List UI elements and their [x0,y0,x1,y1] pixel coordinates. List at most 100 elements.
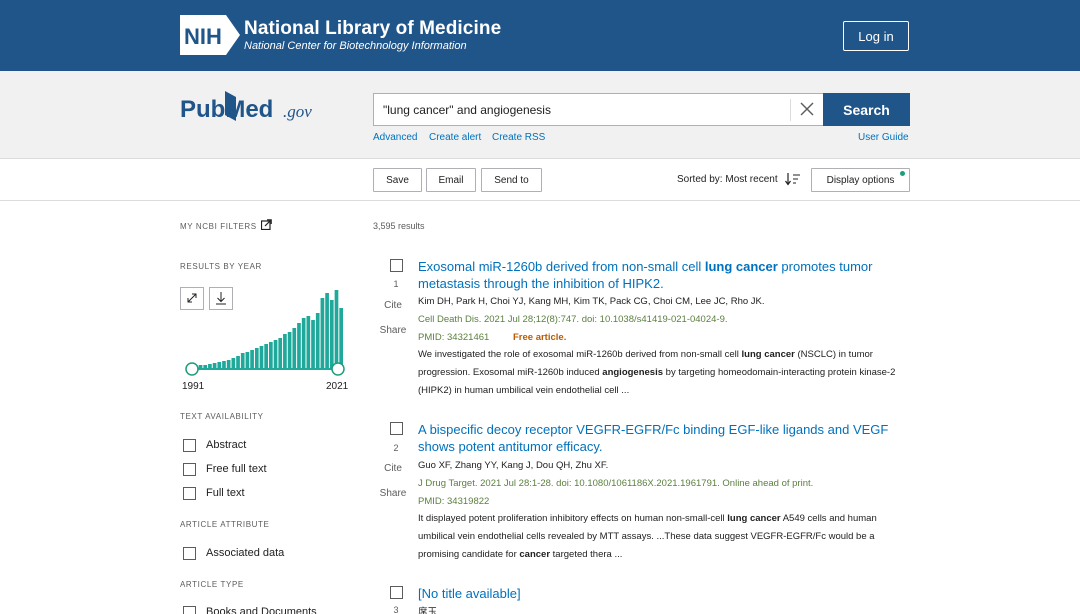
result-2-snippet: It displayed potent proliferation inhibi… [418,510,900,564]
sort-label[interactable]: Sorted by: Most recent [677,174,778,185]
result-2-pmid: PMID: 34319822 [418,496,490,507]
result-2-share-button[interactable]: Share [374,488,412,499]
nlm-title[interactable]: National Library of Medicine [244,18,501,40]
results-toolbar: Save Email Send to Sorted by: Most recen… [0,159,1080,201]
title-text: Exosomal miR-1260b derived from non-smal… [418,259,705,274]
filter-abstract[interactable]: Abstract [183,437,246,453]
filter-full-text[interactable]: Full text [183,485,245,501]
user-guide-link[interactable]: User Guide [858,132,909,143]
snippet-text: targeted thera ... [550,549,623,560]
result-2-authors: Guo XF, Zhang YY, Kang J, Dou QH, Zhu XF… [418,460,609,471]
year-bar[interactable] [226,360,231,368]
year-bar[interactable] [222,361,226,368]
search-band: PubMed .gov "lung cancer" and angiogenes… [0,71,1080,159]
results-count: 3,595 results [373,221,425,231]
year-bar[interactable] [231,358,236,368]
year-bar[interactable] [212,363,217,368]
create-rss-link[interactable]: Create RSS [492,132,545,143]
year-bar[interactable] [325,293,329,368]
year-bar[interactable] [329,300,334,368]
year-bar[interactable] [278,338,283,368]
external-link-icon[interactable] [261,219,272,230]
year-bar[interactable] [315,313,320,368]
snippet-highlight: lung cancer [741,349,795,360]
filter-associated-data[interactable]: Associated data [183,545,284,561]
display-options-indicator [900,171,905,176]
year-bar[interactable] [283,334,287,368]
search-input[interactable]: "lung cancer" and angiogenesis [373,93,823,126]
clear-separator [790,99,791,121]
search-button[interactable]: Search [823,93,910,126]
free-article-badge: Free article. [513,332,567,343]
result-1-share-button[interactable]: Share [374,325,412,336]
year-bar[interactable] [250,350,254,368]
nih-logo[interactable]: NIH [180,15,240,55]
advanced-link[interactable]: Advanced [373,132,417,143]
result-2-cite-button[interactable]: Cite [374,463,412,474]
result-3-authors: 席玉 [418,607,438,614]
year-bar[interactable] [203,365,208,368]
abstract-checkbox[interactable] [183,438,196,452]
year-bar[interactable] [320,298,325,368]
results-by-year-heading: RESULTS BY YEAR [180,262,262,271]
pubmed-logo[interactable]: PubMed .gov [180,87,320,127]
year-bar[interactable] [292,328,297,368]
result-1-cite-button[interactable]: Cite [374,300,412,311]
result-2-checkbox[interactable] [390,422,403,435]
year-bar[interactable] [245,352,250,368]
result-1-pmid: PMID: 34321461 [418,332,490,343]
year-bar[interactable] [269,342,273,368]
year-start-label: 1991 [182,381,205,392]
year-bar[interactable] [306,316,311,368]
clear-icon[interactable] [799,101,815,117]
year-bar[interactable] [273,340,278,368]
year-bar[interactable] [208,364,212,368]
year-bar[interactable] [311,320,315,368]
year-bar[interactable] [264,344,268,368]
sort-descending-icon[interactable] [785,172,801,186]
result-2-number: 2 [393,443,399,453]
result-3-title-link[interactable]: [No title available] [418,585,898,602]
filter-books-and-documents[interactable]: Books and Documents [183,604,317,614]
year-bar[interactable] [297,323,301,368]
filter-free-full-text[interactable]: Free full text [183,461,267,477]
results-by-year-chart[interactable] [180,280,352,380]
abstract-label[interactable]: Abstract [206,439,246,451]
year-bar[interactable] [254,348,259,368]
associated-data-checkbox[interactable] [183,546,196,560]
result-1-title-link[interactable]: Exosomal miR-1260b derived from non-smal… [418,258,898,292]
year-bar[interactable] [339,308,343,368]
search-query[interactable]: "lung cancer" and angiogenesis [383,103,551,117]
year-bar[interactable] [198,365,203,368]
display-options-button[interactable]: Display options [811,168,910,192]
year-bar[interactable] [236,356,240,368]
associated-data-label[interactable]: Associated data [206,547,284,559]
send-to-button[interactable]: Send to [481,168,542,192]
full-text-label[interactable]: Full text [206,487,245,499]
year-bar[interactable] [217,362,222,368]
save-button[interactable]: Save [373,168,422,192]
year-end-handle [331,362,345,376]
result-2-title-link[interactable]: A bispecific decoy receptor VEGFR-EGFR/F… [418,421,898,455]
books-documents-checkbox[interactable] [183,605,196,614]
free-full-text-label[interactable]: Free full text [206,463,267,475]
email-button[interactable]: Email [426,168,476,192]
year-bar[interactable] [259,346,264,368]
year-bar[interactable] [287,332,292,368]
snippet-text: It displayed potent proliferation inhibi… [418,513,728,524]
year-bar[interactable] [301,318,306,368]
ncbi-subtitle: National Center for Biotechnology Inform… [244,40,467,52]
year-bar[interactable] [334,290,339,368]
result-2-citation: J Drug Target. 2021 Jul 28:1-28. doi: 10… [418,478,814,489]
login-button[interactable]: Log in [843,21,909,51]
snippet-text: We investigated the role of exosomal miR… [418,349,742,360]
create-alert-link[interactable]: Create alert [429,132,481,143]
result-1-checkbox[interactable] [390,259,403,272]
year-bar[interactable] [240,353,245,368]
free-full-text-checkbox[interactable] [183,462,196,476]
books-documents-label[interactable]: Books and Documents [206,606,317,614]
result-3-checkbox[interactable] [390,586,403,599]
my-ncbi-filters-heading[interactable]: MY NCBI FILTERS [180,222,257,231]
nih-header: NIH National Library of Medicine Nationa… [0,0,1080,71]
full-text-checkbox[interactable] [183,486,196,500]
